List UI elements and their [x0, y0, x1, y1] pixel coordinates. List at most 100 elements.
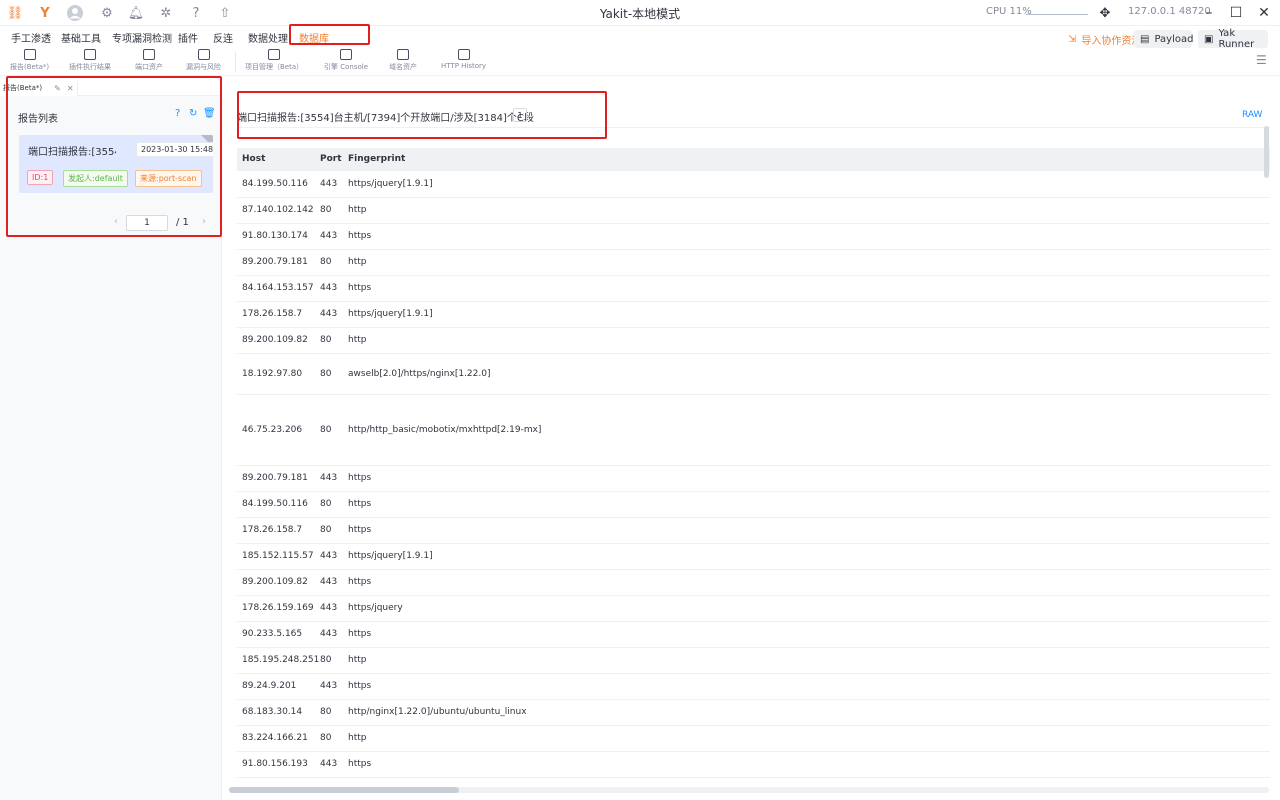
subnav-http-history[interactable]: HTTP History — [441, 49, 486, 70]
cell-fingerprint: https — [348, 759, 372, 769]
cell-port: 443 — [320, 473, 338, 483]
subnav-report[interactable]: 报告(Beta*) — [10, 49, 49, 72]
cell-host: 84.164.153.157 — [242, 283, 314, 293]
menu-reverse[interactable]: 反连 — [213, 30, 233, 45]
subnav-vuln-risk[interactable]: 漏洞与风险 — [186, 49, 221, 72]
subnav-plugin-results[interactable]: 插件执行结果 — [69, 49, 111, 72]
raw-button[interactable]: RAW — [1242, 110, 1262, 120]
cell-port: 443 — [320, 551, 338, 561]
cell-host: 91.80.130.174 — [242, 231, 308, 241]
cell-fingerprint: https — [348, 681, 372, 691]
cell-port: 443 — [320, 603, 338, 613]
cell-host: 185.152.115.57 — [242, 551, 314, 561]
cell-host: 89.200.109.82 — [242, 335, 308, 345]
table-row: 185.195.248.251 80 http — [237, 648, 1270, 674]
cell-host: 87.140.102.142 — [242, 205, 314, 215]
cell-port: 80 — [320, 257, 332, 267]
cell-fingerprint: https/jquery[1.9.1] — [348, 309, 433, 319]
plugin-result-icon — [84, 49, 96, 60]
engine-icon[interactable]: ✥ — [1096, 4, 1114, 22]
cell-fingerprint: https — [348, 231, 372, 241]
vertical-scrollbar[interactable] — [1264, 126, 1269, 178]
column-fingerprint: Fingerprint — [348, 154, 406, 164]
report-icon — [23, 49, 36, 60]
highlight-report-title — [237, 91, 607, 139]
maximize-button[interactable]: ☐ — [1225, 3, 1247, 23]
subnav-divider — [235, 52, 236, 72]
cell-fingerprint: https — [348, 283, 372, 293]
table-row: 89.24.9.201 443 https — [237, 674, 1270, 700]
cell-host: 46.75.23.206 — [242, 425, 303, 435]
subnav-port-assets[interactable]: 端口资产 — [135, 49, 163, 72]
cpu-sparkline — [1026, 14, 1088, 15]
history-icon — [457, 49, 470, 60]
cell-fingerprint: http/http_basic/mobotix/mxhttpd[2.19-mx] — [348, 425, 542, 435]
cell-port: 80 — [320, 499, 332, 509]
cell-host: 84.199.50.116 — [242, 499, 308, 509]
horizontal-scrollbar[interactable] — [229, 787, 459, 793]
cell-host: 89.24.9.201 — [242, 681, 297, 691]
cell-fingerprint: https — [348, 577, 372, 587]
menu-basic-tools[interactable]: 基础工具 — [61, 30, 101, 45]
table-row: 90.233.5.165 443 https — [237, 622, 1270, 648]
cell-port: 80 — [320, 335, 332, 345]
cell-host: 90.233.5.165 — [242, 629, 303, 639]
cell-host: 185.195.248.251 — [242, 655, 320, 665]
cell-fingerprint: http — [348, 335, 367, 345]
minimize-button[interactable]: – — [1198, 3, 1220, 23]
cell-fingerprint: https — [348, 525, 372, 535]
table-row: 84.199.50.116 80 https — [237, 492, 1270, 518]
cell-fingerprint: http — [348, 257, 367, 267]
table-row: 68.183.30.14 80 http/nginx[1.22.0]/ubuntu/… — [237, 700, 1270, 726]
import-icon: ⇲ — [1068, 33, 1077, 45]
subnav-project-manage[interactable]: 项目管理（Beta） — [245, 49, 303, 72]
subnav-domain-assets[interactable]: 域名资产 — [389, 49, 417, 72]
menu-plugins[interactable]: 插件 — [178, 30, 198, 45]
cell-fingerprint: http — [348, 655, 367, 665]
table-row: 89.200.79.181 443 https — [237, 466, 1270, 492]
table-row: 89.200.109.82 80 http — [237, 328, 1270, 354]
highlight-report-list — [6, 76, 222, 237]
menu-data-processing[interactable]: 数据处理 — [248, 30, 288, 45]
project-icon — [268, 49, 281, 60]
cell-host: 91.80.156.193 — [242, 759, 308, 769]
table-row: 178.26.158.7 80 https — [237, 518, 1270, 544]
table-row: 185.152.115.57 443 https/jquery[1.9.1] — [237, 544, 1270, 570]
cell-port: 443 — [320, 759, 338, 769]
cell-port: 80 — [320, 707, 332, 717]
port-asset-icon — [143, 49, 155, 60]
subnav-engine-console[interactable]: 引擎 Console — [324, 49, 368, 72]
cell-port: 80 — [320, 425, 332, 435]
cell-port: 80 — [320, 369, 332, 379]
cell-fingerprint: https — [348, 499, 372, 509]
cell-fingerprint: awselb[2.0]/https/nginx[1.22.0] — [348, 369, 491, 379]
menu-vuln-detect[interactable]: 专项漏洞检测 — [112, 30, 172, 45]
cell-fingerprint: http/nginx[1.22.0]/ubuntu/ubuntu_linux — [348, 707, 527, 717]
table-row: 46.75.23.206 80 http/http_basic/mobotix/mx… — [237, 395, 1270, 466]
cell-host: 178.26.158.7 — [242, 525, 303, 535]
collapse-menu-icon[interactable]: ☰ — [1256, 53, 1267, 67]
window-title: Yakit-本地模式 — [599, 7, 681, 21]
cpu-label: CPU 11% — [986, 6, 1032, 17]
table-header: Host Port Fingerprint — [237, 148, 1270, 171]
column-host: Host — [242, 154, 266, 164]
vuln-risk-icon — [197, 49, 210, 60]
cell-host: 89.200.79.181 — [242, 473, 308, 483]
highlight-database-menu — [289, 24, 370, 45]
cell-host: 18.192.97.80 — [242, 369, 303, 379]
close-window-button[interactable]: ✕ — [1253, 3, 1275, 23]
menu-manual-pentest[interactable]: 手工渗透 — [11, 30, 51, 45]
cell-port: 443 — [320, 283, 338, 293]
cell-port: 443 — [320, 309, 338, 319]
table-row: 83.224.166.21 80 http — [237, 726, 1270, 752]
cell-port: 80 — [320, 733, 332, 743]
cell-port: 80 — [320, 205, 332, 215]
cell-host: 178.26.158.7 — [242, 309, 303, 319]
cell-fingerprint: https/jquery[1.9.1] — [348, 179, 433, 189]
table-row: 178.26.159.169 443 https/jquery — [237, 596, 1270, 622]
table-row: 89.200.109.82 443 https — [237, 570, 1270, 596]
cell-port: 80 — [320, 525, 332, 535]
cell-fingerprint: https — [348, 629, 372, 639]
table-row: 91.80.156.193 443 https — [237, 752, 1270, 778]
cell-fingerprint: https — [348, 473, 372, 483]
